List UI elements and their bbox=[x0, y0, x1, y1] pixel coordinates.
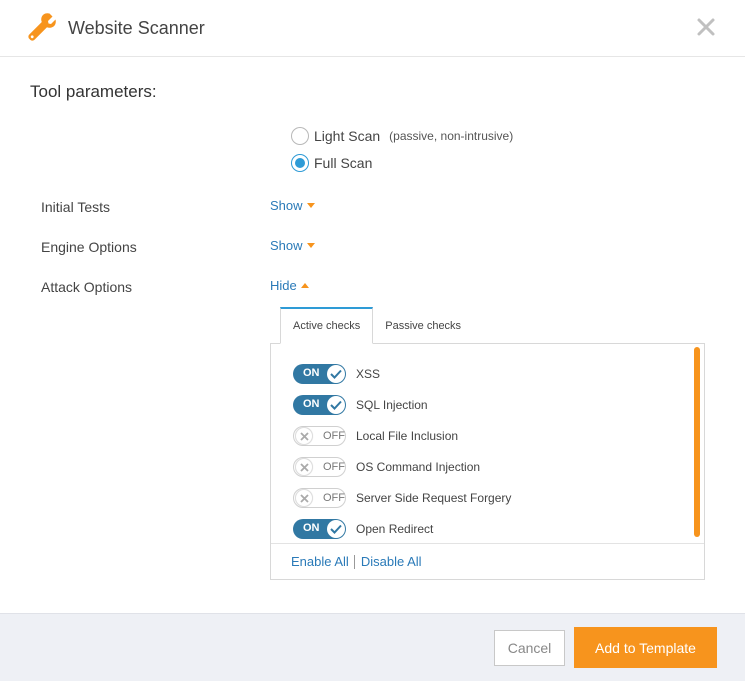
full-scan-label: Full Scan bbox=[314, 155, 373, 171]
checks-list: ON XSS ON SQL Injection OFF Local File I… bbox=[271, 344, 704, 544]
disable-all-link[interactable]: Disable All bbox=[361, 554, 422, 569]
caret-up-icon bbox=[300, 283, 309, 288]
xss-toggle[interactable]: ON bbox=[293, 364, 346, 384]
x-icon bbox=[295, 489, 313, 507]
cancel-button[interactable]: Cancel bbox=[494, 630, 565, 666]
initial-tests-link-text[interactable]: Show bbox=[270, 198, 303, 213]
full-scan-option[interactable]: Full Scan bbox=[291, 154, 372, 172]
check-name: OS Command Injection bbox=[356, 460, 481, 474]
engine-options-link-text[interactable]: Show bbox=[270, 238, 303, 253]
attack-options-label: Attack Options bbox=[41, 279, 133, 295]
sql-injection-toggle[interactable]: ON bbox=[293, 395, 346, 415]
list-item: OFF Local File Inclusion bbox=[293, 426, 458, 446]
local-file-inclusion-toggle[interactable]: OFF bbox=[293, 426, 346, 446]
toggle-state-label: ON bbox=[303, 398, 320, 410]
toggle-state-label: OFF bbox=[323, 430, 345, 442]
list-item: OFF Server Side Request Forgery bbox=[293, 488, 511, 508]
toggle-state-label: ON bbox=[303, 367, 320, 379]
dialog-title: Website Scanner bbox=[68, 18, 205, 38]
toggle-state-label: ON bbox=[303, 522, 320, 534]
scrollbar[interactable] bbox=[694, 347, 700, 537]
ssrf-toggle[interactable]: OFF bbox=[293, 488, 346, 508]
os-command-injection-toggle[interactable]: OFF bbox=[293, 457, 346, 477]
toggle-state-label: OFF bbox=[323, 492, 345, 504]
light-scan-sublabel: (passive, non-intrusive) bbox=[389, 129, 514, 143]
check-name: XSS bbox=[356, 367, 381, 381]
tab-active-checks[interactable]: Active checks bbox=[280, 307, 374, 344]
checks-panel: ON XSS ON SQL Injection OFF Local File I… bbox=[270, 343, 705, 580]
list-item: ON Open Redirect bbox=[293, 519, 433, 539]
dialog-header: Website Scanner bbox=[0, 0, 745, 57]
divider bbox=[353, 554, 355, 569]
tab-passive-checks[interactable]: Passive checks bbox=[373, 307, 473, 344]
toggle-state-label: OFF bbox=[323, 461, 345, 473]
check-icon bbox=[327, 365, 345, 383]
check-name: Local File Inclusion bbox=[356, 429, 459, 443]
initial-tests-toggle-link[interactable]: Show bbox=[270, 198, 315, 213]
caret-down-icon bbox=[306, 203, 315, 208]
wrench-icon bbox=[28, 13, 56, 41]
enable-all-link[interactable]: Enable All bbox=[291, 554, 349, 569]
engine-options-label: Engine Options bbox=[41, 239, 137, 255]
check-icon bbox=[327, 396, 345, 414]
close-icon[interactable] bbox=[696, 17, 716, 37]
attack-options-toggle-link[interactable]: Hide bbox=[270, 278, 309, 293]
attack-options-link-text[interactable]: Hide bbox=[270, 278, 297, 293]
section-title: Tool parameters: bbox=[30, 82, 157, 101]
add-to-template-button[interactable]: Add to Template bbox=[574, 627, 717, 668]
engine-options-toggle-link[interactable]: Show bbox=[270, 238, 315, 253]
list-item: OFF OS Command Injection bbox=[293, 457, 480, 477]
check-name: Open Redirect bbox=[356, 522, 434, 536]
x-icon bbox=[295, 458, 313, 476]
light-scan-label: Light Scan bbox=[314, 128, 381, 144]
light-scan-option[interactable]: Light Scan (passive, non-intrusive) bbox=[291, 127, 513, 145]
checks-tabs: Active checks Passive checks bbox=[280, 307, 473, 344]
check-name: Server Side Request Forgery bbox=[356, 491, 512, 505]
check-name: SQL Injection bbox=[356, 398, 428, 412]
checks-bulk-actions: Enable All Disable All bbox=[271, 543, 704, 579]
caret-down-icon bbox=[306, 243, 315, 248]
x-icon bbox=[295, 427, 313, 445]
light-scan-radio[interactable] bbox=[291, 127, 309, 145]
dialog-footer: Cancel Add to Template bbox=[0, 613, 745, 681]
list-item: ON SQL Injection bbox=[293, 395, 428, 415]
open-redirect-toggle[interactable]: ON bbox=[293, 519, 346, 539]
check-icon bbox=[327, 520, 345, 538]
list-item: ON XSS bbox=[293, 364, 380, 384]
initial-tests-label: Initial Tests bbox=[41, 199, 110, 215]
full-scan-radio[interactable] bbox=[291, 154, 309, 172]
